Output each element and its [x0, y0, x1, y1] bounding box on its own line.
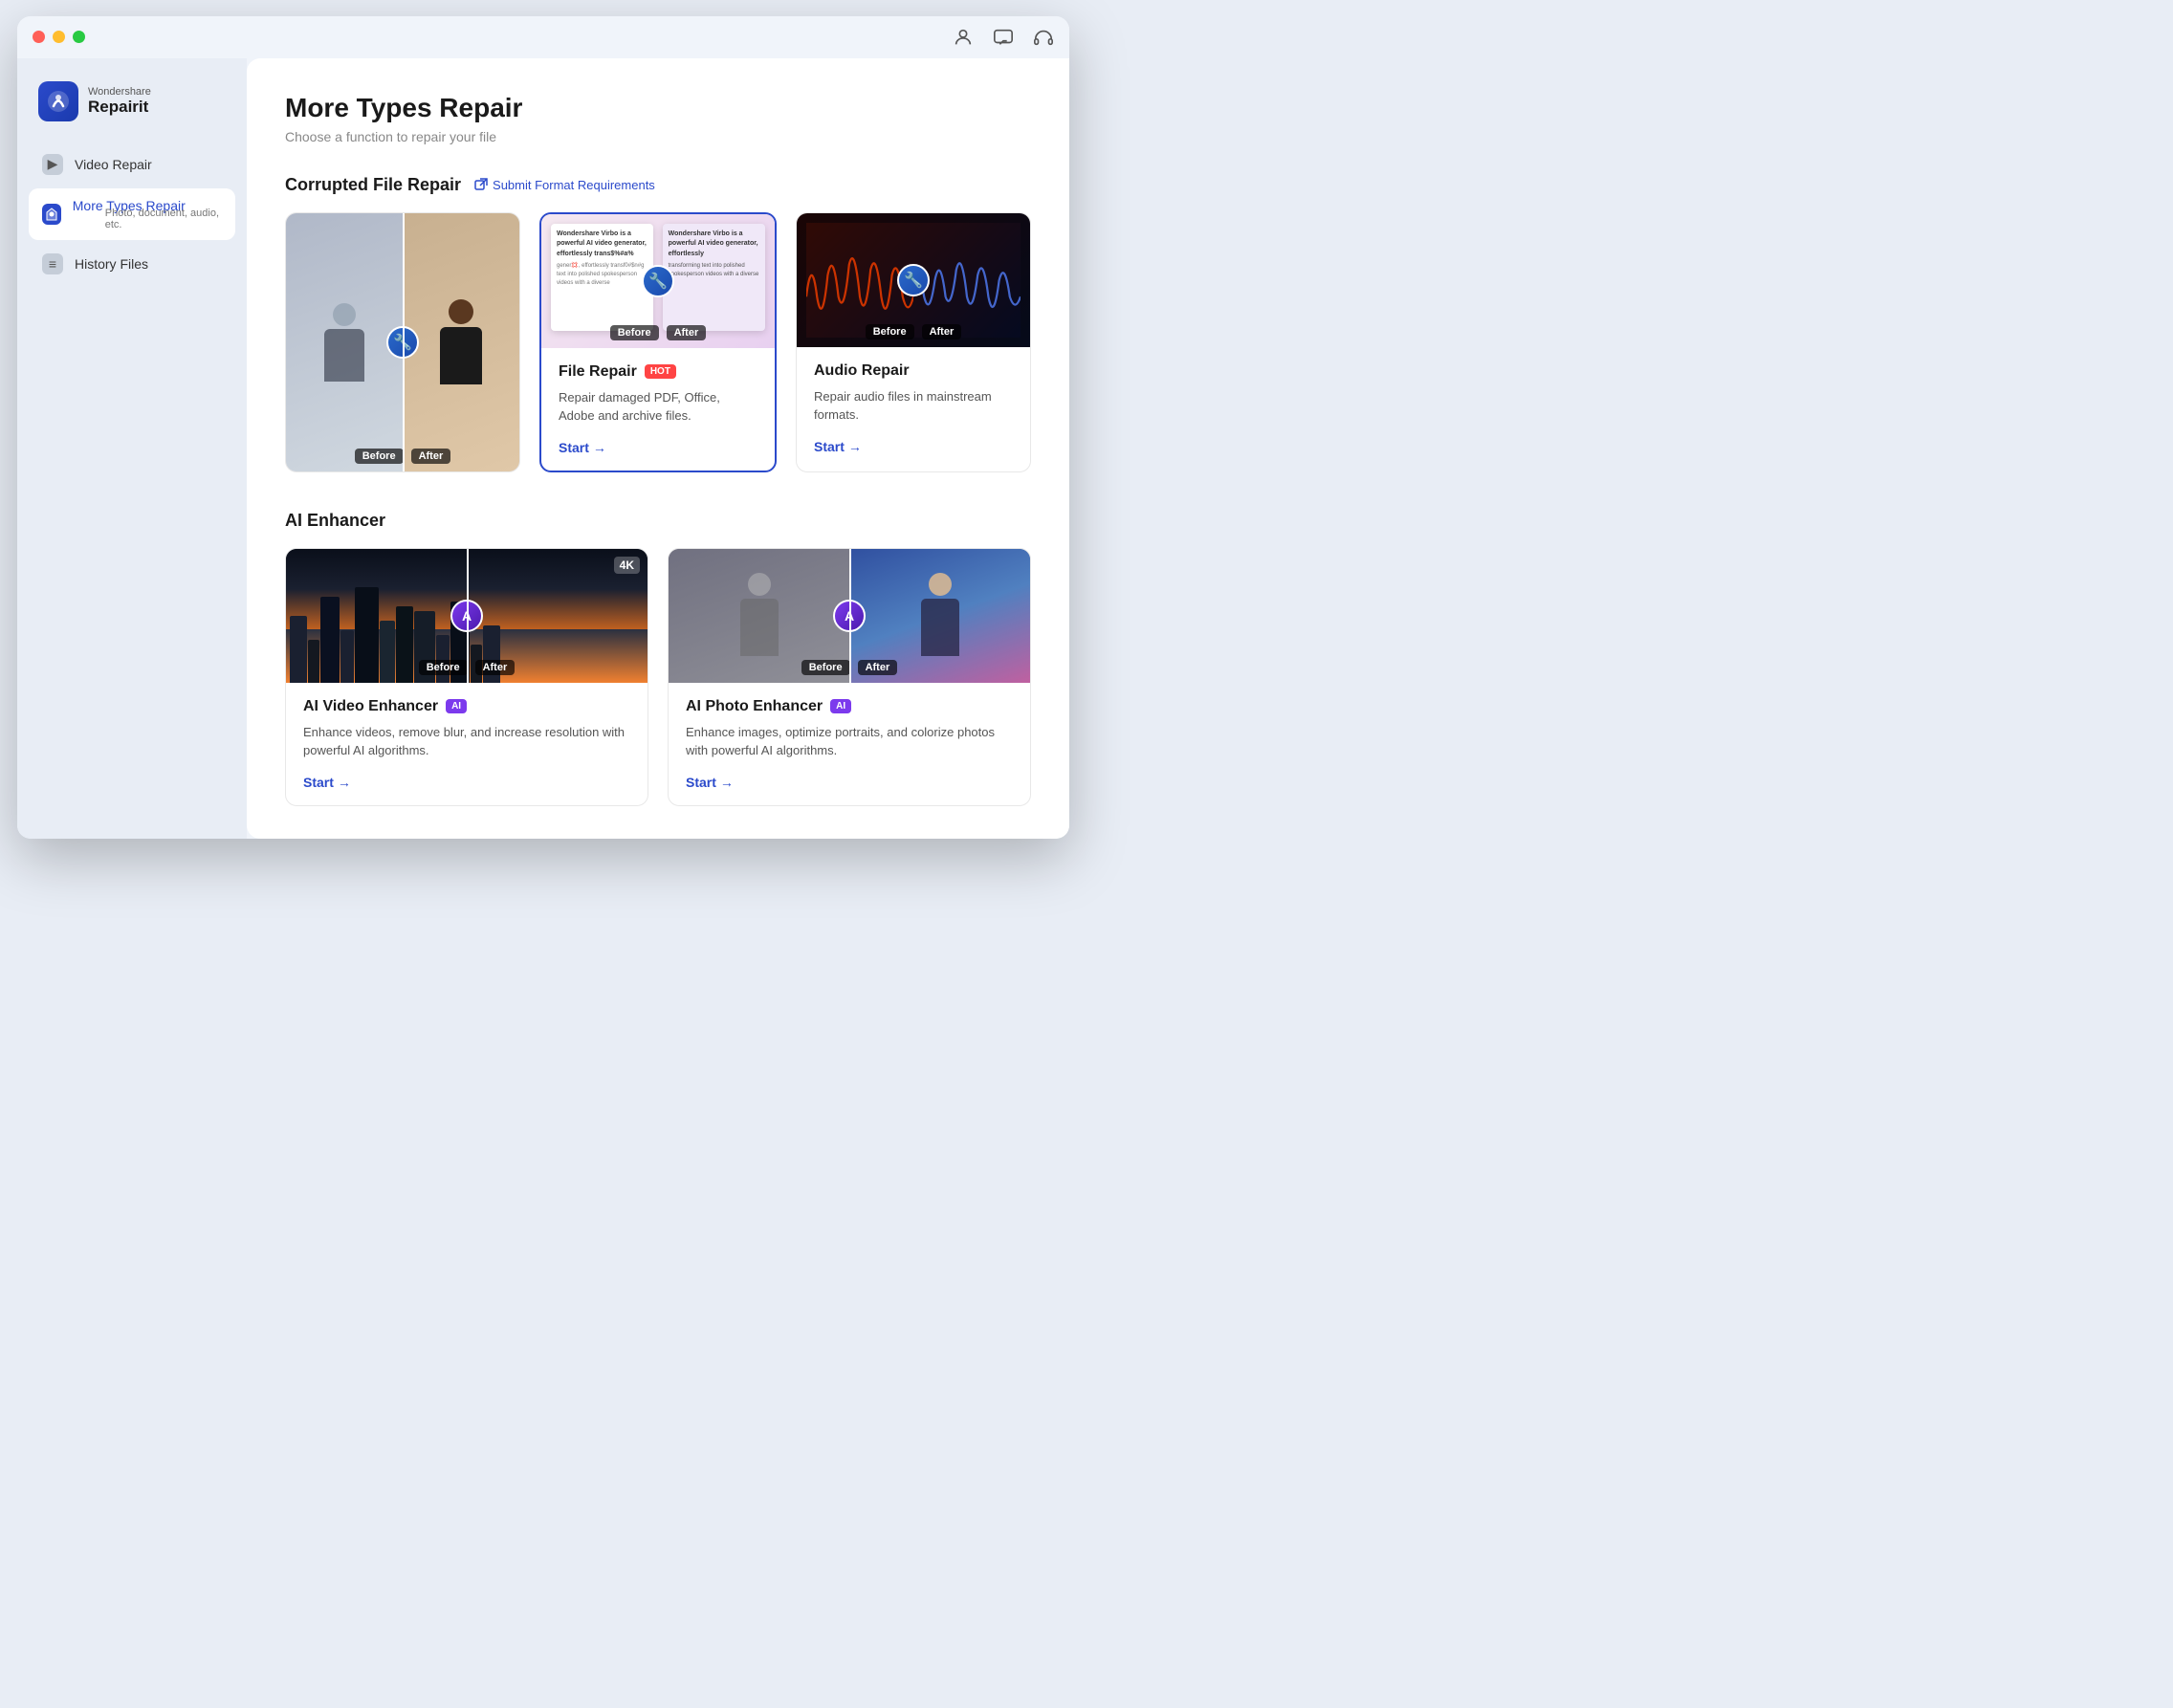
after-label: After	[922, 324, 962, 339]
page-title: More Types Repair	[285, 93, 1031, 123]
ai-photo-title: AI Photo Enhancer	[686, 698, 823, 715]
ai-photo-image: A Before After	[669, 549, 1030, 683]
titlebar-icons	[953, 27, 1054, 48]
titlebar	[17, 16, 1069, 58]
more-types-icon	[42, 204, 61, 225]
user-icon[interactable]	[953, 27, 974, 48]
after-label: After	[411, 449, 451, 464]
logo: Wondershare Repairit	[29, 74, 235, 141]
before-label: Before	[801, 660, 850, 675]
app-window: Wondershare Repairit ▶ Video Repair	[17, 16, 1069, 839]
main-content: More Types Repair Choose a function to r…	[247, 58, 1069, 839]
headphone-icon[interactable]	[1033, 27, 1054, 48]
file-repair-start[interactable]: Start →	[559, 440, 757, 455]
file-repair-icon: 🔧	[642, 265, 674, 297]
file-repair-title: File Repair	[559, 363, 637, 381]
divider-line-video	[467, 549, 469, 683]
corrupted-file-repair-title: Corrupted File Repair	[285, 175, 461, 195]
ai-photo-body: AI Photo Enhancer AI Enhance images, opt…	[669, 683, 1030, 805]
photo-repair-body: Photo Repair HOT Repair corrupted photos…	[286, 471, 519, 472]
corrupted-file-repair-cards: 🔧 Before After Photo Repair HOT Repair c…	[285, 212, 1031, 472]
ai-video-title-row: AI Video Enhancer AI	[303, 698, 630, 715]
sidebar-item-sublabel: Photo, document, audio, etc.	[105, 208, 222, 230]
sidebar: Wondershare Repairit ▶ Video Repair	[17, 58, 247, 839]
hot-badge-file: HOT	[645, 364, 676, 379]
submit-format-label: Submit Format Requirements	[493, 178, 655, 192]
maximize-button[interactable]	[73, 31, 85, 43]
file-repair-title-row: File Repair HOT	[559, 363, 757, 381]
logo-name: Repairit	[88, 98, 151, 117]
file-repair-desc: Repair damaged PDF, Office, Adobe and ar…	[559, 388, 757, 427]
ai-enhancer-title: AI Enhancer	[285, 511, 385, 531]
divider-line-photo	[849, 549, 851, 683]
external-link-icon	[474, 178, 488, 191]
chat-icon[interactable]	[993, 27, 1014, 48]
history-files-icon: ≡	[42, 253, 63, 274]
photo-repair-card[interactable]: 🔧 Before After Photo Repair HOT Repair c…	[285, 212, 520, 472]
app-body: Wondershare Repairit ▶ Video Repair	[17, 58, 1069, 839]
traffic-lights	[33, 31, 85, 43]
ai-photo-enhancer-card[interactable]: A Before After AI Photo Enhancer AI Enha…	[668, 548, 1031, 806]
ai-photo-start[interactable]: Start →	[686, 775, 1013, 790]
file-repair-body: File Repair HOT Repair damaged PDF, Offi…	[541, 348, 775, 471]
corrupted-file-repair-header: Corrupted File Repair Submit Format Requ…	[285, 175, 1031, 195]
submit-format-link[interactable]: Submit Format Requirements	[474, 178, 655, 192]
audio-repair-desc: Repair audio files in mainstream formats…	[814, 387, 1013, 426]
photo-before	[286, 213, 403, 471]
ai-video-desc: Enhance videos, remove blur, and increas…	[303, 723, 630, 761]
photo-repair-image: 🔧 Before After	[286, 213, 519, 471]
sidebar-item-history-files[interactable]: ≡ History Files	[29, 244, 235, 284]
photo-after	[403, 213, 519, 471]
sidebar-item-label: History Files	[75, 256, 148, 272]
sidebar-item-label: Video Repair	[75, 157, 152, 172]
logo-brand: Wondershare	[88, 86, 151, 98]
badge-4k: 4K	[614, 557, 640, 574]
close-button[interactable]	[33, 31, 45, 43]
page-subtitle: Choose a function to repair your file	[285, 129, 1031, 144]
ai-badge: AI	[446, 699, 467, 713]
ai-video-body: AI Video Enhancer AI Enhance videos, rem…	[286, 683, 648, 805]
after-label: After	[475, 660, 516, 675]
ai-video-image: 4K A Before After	[286, 549, 648, 683]
audio-repair-title: Audio Repair	[814, 362, 910, 380]
divider-line	[403, 213, 405, 471]
after-label: After	[858, 660, 898, 675]
audio-repair-card[interactable]: 🔧 Before After Audio Repair Repair audio…	[796, 212, 1031, 472]
minimize-button[interactable]	[53, 31, 65, 43]
file-repair-image: Wondershare Virbo is a powerful AI video…	[541, 214, 775, 348]
audio-repair-icon: 🔧	[897, 264, 930, 296]
ai-enhancer-header: AI Enhancer	[285, 511, 1031, 531]
before-label: Before	[610, 325, 659, 340]
ai-badge-photo: AI	[830, 699, 851, 713]
sidebar-item-more-types-repair[interactable]: More Types Repair Photo, document, audio…	[29, 188, 235, 240]
ai-video-title: AI Video Enhancer	[303, 698, 438, 715]
before-label: Before	[866, 324, 914, 339]
audio-repair-start[interactable]: Start →	[814, 439, 1013, 454]
file-before-after-labels: Before After	[541, 325, 775, 340]
logo-text: Wondershare Repairit	[88, 86, 151, 117]
file-repair-card[interactable]: Wondershare Virbo is a powerful AI video…	[539, 212, 777, 472]
sidebar-item-video-repair[interactable]: ▶ Video Repair	[29, 144, 235, 185]
audio-repair-body: Audio Repair Repair audio files in mains…	[797, 347, 1030, 470]
ai-video-start[interactable]: Start →	[303, 775, 630, 790]
logo-icon	[38, 81, 78, 121]
audio-repair-title-row: Audio Repair	[814, 362, 1013, 380]
audio-before-after-labels: Before After	[797, 324, 1030, 339]
ai-enhancer-cards: 4K A Before After AI Video Enhancer AI	[285, 548, 1031, 806]
before-label: Before	[419, 660, 468, 675]
ai-photo-title-row: AI Photo Enhancer AI	[686, 698, 1013, 715]
audio-repair-image: 🔧 Before After	[797, 213, 1030, 347]
after-label: After	[667, 325, 707, 340]
ai-video-enhancer-card[interactable]: 4K A Before After AI Video Enhancer AI	[285, 548, 648, 806]
before-label: Before	[355, 449, 404, 464]
ai-photo-desc: Enhance images, optimize portraits, and …	[686, 723, 1013, 761]
video-repair-icon: ▶	[42, 154, 63, 175]
